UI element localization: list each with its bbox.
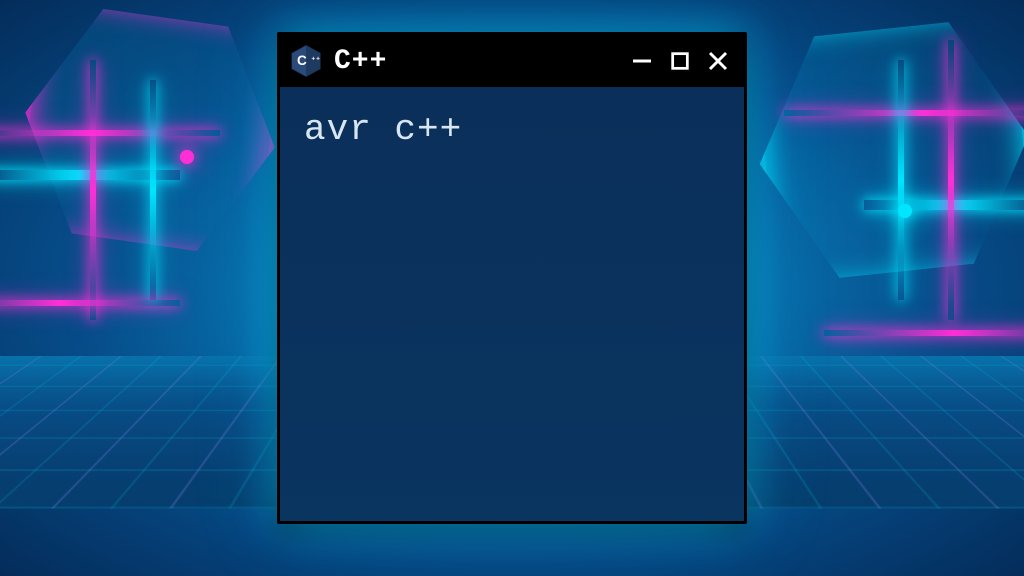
terminal-content[interactable]: avr c++ [280, 87, 744, 521]
svg-text:+: + [316, 55, 320, 62]
cpp-hex-icon: C + + [288, 43, 324, 79]
window-controls [626, 45, 734, 77]
terminal-line: avr c++ [304, 109, 720, 150]
minimize-button[interactable] [626, 45, 658, 77]
close-button[interactable] [702, 45, 734, 77]
terminal-window: C + + C++ avr c++ [277, 32, 747, 524]
maximize-button[interactable] [664, 45, 696, 77]
window-title: C++ [334, 46, 387, 77]
titlebar[interactable]: C + + C++ [280, 35, 744, 87]
svg-text:C: C [297, 53, 307, 68]
svg-text:+: + [311, 55, 315, 62]
